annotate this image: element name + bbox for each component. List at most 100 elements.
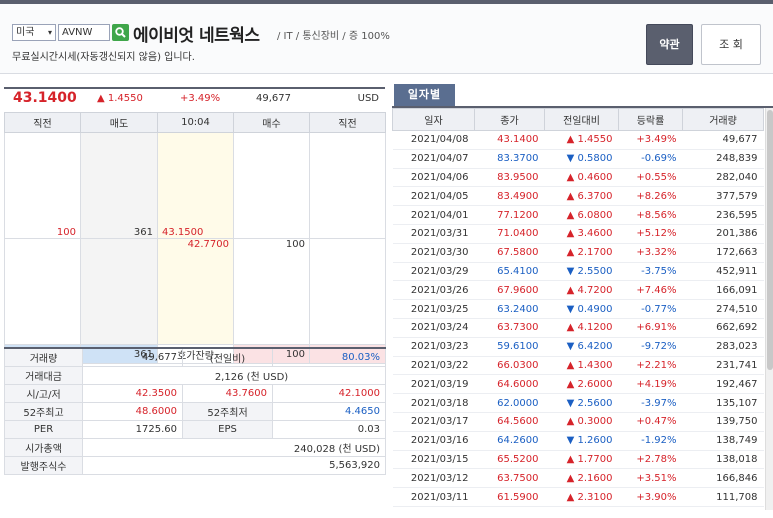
bid-qty: 100 xyxy=(233,238,310,345)
daily-date: 2021/03/30 xyxy=(392,243,475,263)
daily-rate: -9.72% xyxy=(618,337,683,357)
info-value: 0.03 xyxy=(272,419,386,439)
daily-date: 2021/03/17 xyxy=(392,412,475,432)
info-value: 43.7600 xyxy=(182,383,273,403)
daily-close: 63.7500 xyxy=(474,468,545,489)
info-value: 5,563,920 xyxy=(82,455,386,475)
daily-change: ▲ 2.3100 xyxy=(544,487,619,507)
daily-close: 83.3700 xyxy=(474,149,545,169)
scrollbar[interactable] xyxy=(765,108,773,510)
bid-price[interactable]: 42.7700 xyxy=(157,238,234,345)
table-row[interactable]: 2021/03/12 63.7500 ▲ 2.1600 +3.51% 166,846 xyxy=(392,468,764,489)
info-row-ohl: 시/고/저 42.3500 43.7600 42.1000 xyxy=(4,383,386,403)
table-row[interactable]: 2021/03/23 59.6100 ▼ 6.4200 -9.72% 283,023 xyxy=(392,337,764,357)
stock-info-table: 거래량 49,677 (전일비) 80.03% 거래대금 2,126 (천 US… xyxy=(4,347,386,475)
table-row[interactable]: 2021/03/11 61.5900 ▲ 2.3100 +3.90% 111,708 xyxy=(392,487,764,507)
info-row-52w: 52주최고 48.6000 52주최저 4.4650 xyxy=(4,401,386,421)
table-row[interactable]: 2021/03/25 63.2400 ▼ 0.4900 -0.77% 274,510 xyxy=(392,299,764,319)
daily-date: 2021/03/16 xyxy=(392,431,475,451)
table-row[interactable]: 2021/03/24 63.7300 ▲ 4.1200 +6.91% 662,692 xyxy=(392,318,764,338)
table-row[interactable]: 2021/03/18 62.0000 ▼ 2.5600 -3.97% 135,107 xyxy=(392,393,764,413)
info-row-per: PER 1725.60 EPS 0.03 xyxy=(4,419,386,439)
daily-volume: 49,677 xyxy=(682,130,764,150)
daily-rate: -0.77% xyxy=(618,299,683,319)
table-row[interactable]: 2021/03/15 65.5200 ▲ 1.7700 +2.78% 138,018 xyxy=(392,450,764,470)
daily-date: 2021/03/26 xyxy=(392,280,475,301)
daily-close: 83.4900 xyxy=(474,186,545,207)
daily-close: 67.9600 xyxy=(474,280,545,301)
info-row-shares: 발행주식수 5,563,920 xyxy=(4,455,386,475)
info-label: 발행주식수 xyxy=(4,455,83,475)
daily-header-row: 일자 종가 전일대비 등락률 거래량 xyxy=(392,108,764,131)
table-row[interactable]: 2021/03/19 64.6000 ▲ 2.6000 +4.19% 192,467 xyxy=(392,374,764,395)
table-row[interactable]: 2021/04/08 43.1400 ▲ 1.4550 +3.49% 49,677 xyxy=(392,130,764,150)
daily-close: 64.5600 xyxy=(474,412,545,432)
realtime-notice: 무료실시간시세(자동갱신되지 않음) 입니다. xyxy=(12,52,195,63)
bid-prev-buy-empty xyxy=(309,238,386,345)
daily-change: ▲ 4.1200 xyxy=(544,318,619,338)
daily-change: ▼ 0.4900 xyxy=(544,299,619,319)
daily-change: ▲ 1.7700 xyxy=(544,450,619,470)
daily-date: 2021/04/05 xyxy=(392,186,475,207)
ask-price[interactable]: 43.1500 xyxy=(157,132,234,239)
bid-sell-empty xyxy=(80,238,158,345)
daily-rate: -0.69% xyxy=(618,149,683,169)
table-row[interactable]: 2021/03/29 65.4100 ▼ 2.5500 -3.75% 452,911 xyxy=(392,262,764,282)
table-row[interactable]: 2021/03/17 64.5600 ▲ 0.3000 +0.47% 139,750 xyxy=(392,412,764,432)
daily-date: 2021/03/22 xyxy=(392,356,475,376)
table-row[interactable]: 2021/04/06 83.9500 ▲ 0.4600 +0.55% 282,040 xyxy=(392,168,764,188)
table-row[interactable]: 2021/04/01 77.1200 ▲ 6.0800 +8.56% 236,595 xyxy=(392,205,764,225)
daily-volume: 166,091 xyxy=(682,280,764,301)
col-change: 전일대비 xyxy=(544,108,619,131)
info-row-volume: 거래량 49,677 (전일비) 80.03% xyxy=(4,347,386,367)
daily-close: 64.6000 xyxy=(474,374,545,395)
col-buy: 매수 xyxy=(233,112,310,133)
col-sell: 매도 xyxy=(80,112,158,133)
scrollbar-thumb[interactable] xyxy=(767,110,773,370)
tab-daily[interactable]: 일자별 xyxy=(394,84,455,106)
col-rate: 등락률 xyxy=(618,108,683,131)
search-icon xyxy=(115,27,126,38)
daily-close: 63.2400 xyxy=(474,299,545,319)
daily-close: 63.7300 xyxy=(474,318,545,338)
daily-rate: +4.19% xyxy=(618,374,683,395)
col-volume: 거래량 xyxy=(682,108,764,131)
search-button[interactable] xyxy=(112,24,129,41)
daily-date: 2021/03/23 xyxy=(392,337,475,357)
daily-rate: +8.26% xyxy=(618,186,683,207)
daily-date: 2021/03/31 xyxy=(392,224,475,244)
table-row[interactable]: 2021/03/31 71.0400 ▲ 3.4600 +5.12% 201,386 xyxy=(392,224,764,244)
daily-close: 65.4100 xyxy=(474,262,545,282)
currency: USD xyxy=(357,93,379,104)
daily-close: 61.5900 xyxy=(474,487,545,507)
col-prev-buy: 직전 xyxy=(309,112,386,133)
info-label: 거래량 xyxy=(4,347,83,367)
table-row[interactable]: 2021/03/30 67.5800 ▲ 2.1700 +3.32% 172,663 xyxy=(392,243,764,263)
info-value: 240,028 (천 USD) xyxy=(82,437,386,457)
daily-volume: 135,107 xyxy=(682,393,764,413)
table-row[interactable]: 2021/04/05 83.4900 ▲ 6.3700 +8.26% 377,579 xyxy=(392,186,764,207)
daily-date: 2021/03/12 xyxy=(392,468,475,489)
info-label: (전일비) xyxy=(182,347,273,367)
info-row-cap: 시가총액 240,028 (천 USD) xyxy=(4,437,386,457)
daily-rate: +0.47% xyxy=(618,412,683,432)
stock-code-input[interactable]: AVNW xyxy=(58,24,110,41)
daily-rate: +6.91% xyxy=(618,318,683,338)
table-row[interactable]: 2021/04/07 83.3700 ▼ 0.5800 -0.69% 248,839 xyxy=(392,149,764,169)
terms-button[interactable]: 약관 xyxy=(646,24,693,65)
query-button[interactable]: 조 회 xyxy=(701,24,761,65)
market-select-value: 미국 xyxy=(16,27,35,38)
daily-table-body: 2021/04/08 43.1400 ▲ 1.4550 +3.49% 49,677 202… xyxy=(392,130,764,507)
info-label: PER xyxy=(4,419,83,439)
table-row[interactable]: 2021/03/16 64.2600 ▼ 1.2600 -1.92% 138,749 xyxy=(392,431,764,451)
daily-rate: +3.32% xyxy=(618,243,683,263)
chevron-down-icon: ▾ xyxy=(47,28,52,37)
daily-volume: 192,467 xyxy=(682,374,764,395)
daily-change: ▲ 6.0800 xyxy=(544,205,619,225)
daily-rate: +5.12% xyxy=(618,224,683,244)
daily-rate: +3.51% xyxy=(618,468,683,489)
table-row[interactable]: 2021/03/22 66.0300 ▲ 1.4300 +2.21% 231,741 xyxy=(392,356,764,376)
col-prev-sell: 직전 xyxy=(4,112,81,133)
table-row[interactable]: 2021/03/26 67.9600 ▲ 4.7200 +7.46% 166,091 xyxy=(392,280,764,301)
market-select[interactable]: 미국 ▾ xyxy=(12,24,56,41)
